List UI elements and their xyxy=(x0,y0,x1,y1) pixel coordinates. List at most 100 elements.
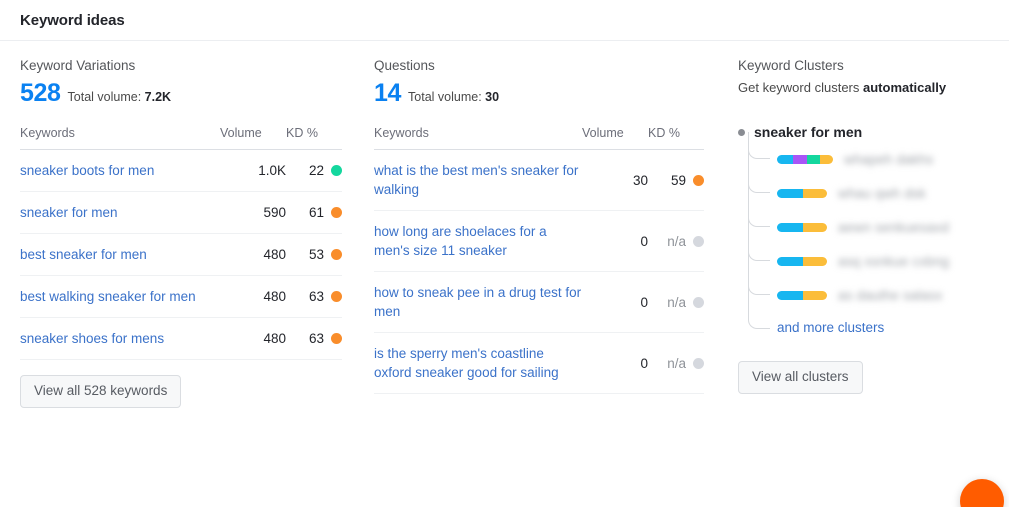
total-volume-label: Total volume: xyxy=(408,90,482,104)
cluster-item[interactable]: whapeh dakhs xyxy=(746,132,989,176)
kd-value-wrapper: n/a xyxy=(667,295,704,310)
column-header-kd: KD % xyxy=(648,126,704,150)
kd-status-dot-icon xyxy=(331,249,342,260)
cluster-name-blurred: as dauthe salasx xyxy=(838,287,943,303)
keyword-variations-total-volume: Total volume: 7.2K xyxy=(68,90,172,104)
table-header-row: Keywords Volume KD % xyxy=(20,126,342,150)
tree-elbow-line xyxy=(748,166,770,193)
cluster-name-blurred: asq xsnkue cxbng xyxy=(838,253,950,269)
volume-cell: 590 xyxy=(220,191,286,234)
keyword-cell: how long are shoelaces for a men's size … xyxy=(374,210,582,272)
table-row: best sneaker for men 480 53 xyxy=(20,233,342,276)
keyword-cell: sneaker boots for men xyxy=(20,149,220,192)
tree-elbow-line xyxy=(748,302,770,329)
questions-section: Questions 14 Total volume: 30 Keywords V… xyxy=(362,41,724,507)
keyword-cell: best sneaker for men xyxy=(20,233,220,276)
kd-status-dot-icon xyxy=(331,207,342,218)
cluster-bar-segment xyxy=(777,154,793,164)
cluster-volume-bar xyxy=(777,222,827,232)
cluster-bar-segment xyxy=(803,188,827,198)
keyword-link[interactable]: what is the best men's sneaker for walki… xyxy=(374,163,578,197)
keyword-link[interactable]: sneaker for men xyxy=(20,205,118,220)
cluster-bar-segment xyxy=(793,154,807,164)
keyword-variations-section: Keyword Variations 528 Total volume: 7.2… xyxy=(0,41,362,507)
and-more-clusters-link[interactable]: and more clusters xyxy=(777,320,884,335)
cluster-bar-segment xyxy=(820,154,833,164)
keyword-cell: what is the best men's sneaker for walki… xyxy=(374,149,582,211)
kd-status-dot-icon xyxy=(693,357,704,369)
cluster-bar-segment xyxy=(777,256,803,266)
cluster-item[interactable]: as dauthe salasx xyxy=(746,268,989,312)
cluster-bar-segment xyxy=(803,256,827,266)
volume-cell: 0 xyxy=(582,332,648,394)
kd-status-dot-icon xyxy=(693,235,704,247)
keyword-cell: best walking sneaker for men xyxy=(20,275,220,318)
kd-value-wrapper: 59 xyxy=(671,173,704,188)
column-header-keywords: Keywords xyxy=(20,126,220,150)
cluster-more-row: and more clusters xyxy=(746,302,989,342)
tree-elbow-line xyxy=(748,268,770,295)
cluster-bar-segment xyxy=(777,290,803,300)
cluster-volume-bar xyxy=(777,256,827,266)
kd-value-wrapper: n/a xyxy=(667,356,704,371)
volume-cell: 0 xyxy=(582,210,648,272)
cluster-name-blurred: whapeh dakhs xyxy=(844,151,934,167)
questions-count: 14 xyxy=(374,79,402,107)
volume-cell: 480 xyxy=(220,233,286,276)
view-all-keywords-button[interactable]: View all 528 keywords xyxy=(20,375,182,408)
keyword-link[interactable]: how long are shoelaces for a men's size … xyxy=(374,224,547,258)
kd-cell: n/a xyxy=(648,210,704,272)
cluster-bar-segment xyxy=(803,222,827,232)
keyword-cell: sneaker shoes for mens xyxy=(20,317,220,360)
cluster-item[interactable]: asq xsnkue cxbng xyxy=(746,234,989,278)
keyword-variations-label: Keyword Variations xyxy=(20,58,136,73)
keyword-link[interactable]: is the sperry men's coastline oxford sne… xyxy=(374,346,559,380)
clusters-description-text: Get keyword clusters xyxy=(738,80,860,95)
keyword-link[interactable]: best walking sneaker for men xyxy=(20,289,196,304)
keyword-link[interactable]: sneaker shoes for mens xyxy=(20,331,164,346)
keyword-variations-metric: 528 Total volume: 7.2K xyxy=(20,79,342,107)
kd-value: n/a xyxy=(667,233,686,249)
kd-value: 59 xyxy=(670,172,686,188)
kd-value: 61 xyxy=(308,205,324,220)
kd-status-dot-icon xyxy=(331,333,342,344)
cluster-volume-bar xyxy=(777,188,827,198)
kd-cell: n/a xyxy=(648,271,704,333)
kd-value-wrapper: 63 xyxy=(309,289,342,304)
keyword-link[interactable]: how to sneak pee in a drug test for men xyxy=(374,285,581,319)
keyword-variations-table: Keywords Volume KD % sneaker boots for m… xyxy=(20,126,342,360)
widget-header: Keyword ideas xyxy=(0,0,1009,41)
cluster-bar-segment xyxy=(777,222,803,232)
keyword-clusters-description: Get keyword clusters automatically xyxy=(738,79,989,97)
kd-value-wrapper: 22 xyxy=(309,163,342,178)
tree-elbow-line xyxy=(748,132,770,159)
table-row: how long are shoelaces for a men's size … xyxy=(374,210,704,272)
bullet-icon xyxy=(738,128,745,136)
cluster-name-blurred: aewn senkuesaxd xyxy=(838,219,950,235)
keyword-variations-body: sneaker boots for men 1.0K 22 sneaker for m… xyxy=(20,149,342,360)
questions-total-volume: Total volume: 30 xyxy=(408,90,499,104)
kd-value-wrapper: 53 xyxy=(309,247,342,262)
view-all-clusters-button[interactable]: View all clusters xyxy=(738,361,863,394)
clusters-description-emphasis: automatically xyxy=(863,80,947,95)
volume-cell: 30 xyxy=(582,149,648,211)
questions-table: Keywords Volume KD % what is the best me… xyxy=(374,126,704,394)
cluster-item[interactable]: whau qwh dsk xyxy=(746,166,989,210)
column-header-volume: Volume xyxy=(220,126,286,150)
kd-cell: 22 xyxy=(286,149,342,192)
keyword-cell: sneaker for men xyxy=(20,191,220,234)
cluster-name-blurred: whau qwh dsk xyxy=(838,185,926,201)
kd-cell: 59 xyxy=(648,149,704,211)
cluster-list: whapeh dakhs whau qwh dsk aewn senkuesaxd a… xyxy=(746,132,989,312)
volume-cell: 480 xyxy=(220,275,286,318)
keyword-link[interactable]: best sneaker for men xyxy=(20,247,147,262)
cluster-item[interactable]: aewn senkuesaxd xyxy=(746,200,989,244)
kd-status-dot-icon xyxy=(331,165,342,176)
keyword-variations-count: 528 xyxy=(20,79,61,107)
keyword-link[interactable]: sneaker boots for men xyxy=(20,163,154,178)
kd-value-wrapper: 61 xyxy=(309,205,342,220)
column-header-keywords: Keywords xyxy=(374,126,582,150)
kd-status-dot-icon xyxy=(331,291,342,302)
kd-value-wrapper: n/a xyxy=(667,234,704,249)
tree-elbow-line xyxy=(748,200,770,227)
